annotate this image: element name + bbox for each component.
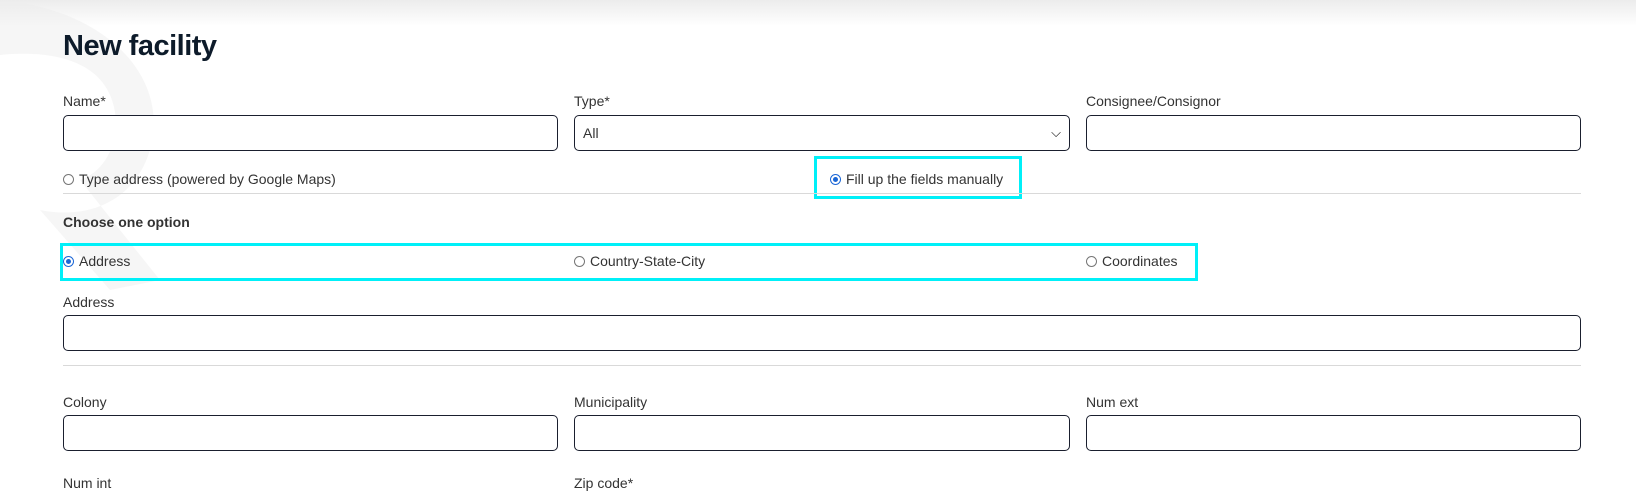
radio-indicator	[63, 173, 74, 185]
type-select-value: All	[583, 125, 599, 141]
colony-label: Colony	[63, 394, 107, 410]
divider	[63, 365, 1581, 366]
num-ext-input[interactable]	[1086, 415, 1581, 451]
address-label: Address	[63, 294, 115, 310]
num-ext-label: Num ext	[1086, 394, 1139, 410]
consignee-input[interactable]	[1086, 115, 1581, 151]
radio-type-address[interactable]: Type address (powered by Google Maps)	[63, 171, 336, 187]
page-title: New facility	[63, 30, 217, 62]
zip-code-label: Zip code*	[574, 475, 634, 491]
colony-input[interactable]	[63, 415, 558, 451]
chevron-down-icon: ⌵	[1051, 125, 1061, 140]
address-input[interactable]	[63, 315, 1581, 351]
radio-type-address-label: Type address (powered by Google Maps)	[79, 171, 336, 187]
name-label: Name*	[63, 93, 106, 109]
name-input[interactable]	[63, 115, 558, 151]
type-label: Type*	[574, 93, 610, 109]
consignee-label: Consignee/Consignor	[1086, 93, 1221, 109]
type-select[interactable]: All ⌵	[574, 115, 1070, 151]
municipality-label: Municipality	[574, 394, 648, 410]
num-int-label: Num int	[63, 475, 112, 491]
municipality-input[interactable]	[574, 415, 1070, 451]
divider	[63, 193, 1581, 194]
highlight-box	[60, 243, 1198, 281]
top-shadow	[0, 0, 1636, 26]
choose-option-heading: Choose one option	[63, 214, 190, 230]
